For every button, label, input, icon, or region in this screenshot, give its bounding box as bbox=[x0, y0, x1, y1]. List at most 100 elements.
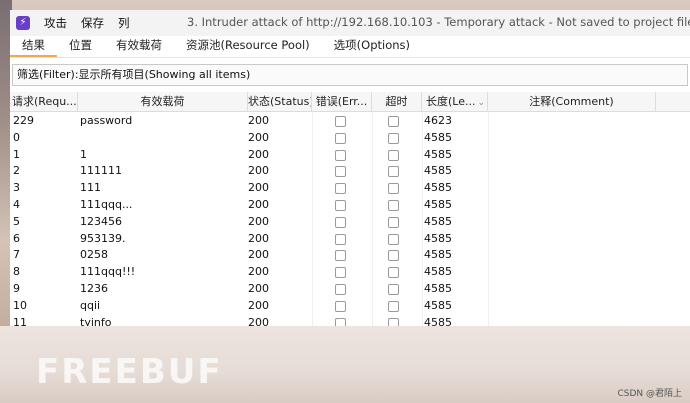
tab-options[interactable]: 选项(Options) bbox=[322, 35, 422, 57]
table-row[interactable]: 4 111qqq... 200 4585 bbox=[10, 197, 690, 214]
error-checkbox bbox=[335, 216, 346, 228]
cell-status: 200 bbox=[248, 231, 269, 245]
error-checkbox bbox=[335, 116, 346, 127]
table-row[interactable]: 229 password 200 4623 bbox=[10, 113, 690, 130]
error-checkbox bbox=[335, 283, 346, 295]
timeout-checkbox bbox=[388, 216, 399, 228]
cell-request: 7 bbox=[13, 248, 20, 262]
cell-request: 2 bbox=[13, 164, 20, 178]
column-comment[interactable]: 注释(Comment) bbox=[488, 92, 656, 112]
table-row[interactable]: 0 200 4585 bbox=[10, 130, 690, 147]
timeout-checkbox bbox=[388, 267, 399, 279]
column-payload[interactable]: 有效载荷 bbox=[78, 92, 248, 112]
table-row[interactable]: 8 111qqq!!! 200 4585 bbox=[10, 264, 690, 281]
cell-length: 4585 bbox=[424, 315, 452, 326]
intruder-window: ⚡ 攻击 保存 列 3. Intruder attack of http://1… bbox=[10, 10, 690, 326]
menu-attack[interactable]: 攻击 bbox=[44, 15, 67, 31]
error-checkbox bbox=[335, 183, 346, 195]
title-bar: ⚡ 攻击 保存 列 3. Intruder attack of http://1… bbox=[10, 10, 690, 36]
error-checkbox bbox=[335, 267, 346, 279]
cell-payload: 123456 bbox=[80, 214, 122, 228]
cell-status: 200 bbox=[248, 197, 269, 211]
cell-payload: 111111 bbox=[80, 164, 122, 178]
timeout-checkbox bbox=[388, 283, 399, 295]
column-length[interactable]: 长度(Le... ⌄ bbox=[422, 92, 488, 112]
timeout-checkbox bbox=[388, 317, 399, 326]
cell-length: 4585 bbox=[424, 214, 452, 228]
cell-request: 4 bbox=[13, 197, 20, 211]
cell-request: 0 bbox=[13, 130, 20, 144]
cell-request: 5 bbox=[13, 214, 20, 228]
menu-columns[interactable]: 列 bbox=[118, 15, 130, 31]
tab-resource-pool[interactable]: 资源池(Resource Pool) bbox=[174, 35, 322, 57]
cell-status: 200 bbox=[248, 164, 269, 178]
cell-payload: 0258 bbox=[80, 248, 108, 262]
cell-request: 6 bbox=[13, 231, 20, 245]
tab-results[interactable]: 结果 bbox=[10, 35, 57, 57]
timeout-checkbox bbox=[388, 250, 399, 262]
cell-status: 200 bbox=[248, 114, 269, 127]
tab-payloads[interactable]: 有效载荷 bbox=[104, 35, 174, 57]
error-checkbox bbox=[335, 317, 346, 326]
cell-request: 3 bbox=[13, 181, 20, 195]
timeout-checkbox bbox=[388, 233, 399, 245]
table-row[interactable]: 5 123456 200 4585 bbox=[10, 214, 690, 231]
cell-length: 4585 bbox=[424, 298, 452, 312]
column-length-label: 长度(Le... bbox=[426, 95, 476, 108]
cell-payload: 953139. bbox=[80, 231, 126, 245]
column-error[interactable]: 错误(Err... bbox=[312, 92, 372, 112]
error-checkbox bbox=[335, 250, 346, 262]
cell-length: 4585 bbox=[424, 265, 452, 279]
cell-request: 10 bbox=[13, 298, 27, 312]
cell-length: 4585 bbox=[424, 281, 452, 295]
menu-save[interactable]: 保存 bbox=[81, 15, 104, 31]
cell-payload: qqii bbox=[80, 298, 101, 312]
table-row[interactable]: 1 1 200 4585 bbox=[10, 147, 690, 164]
table-row[interactable]: 3 111 200 4585 bbox=[10, 180, 690, 197]
error-checkbox bbox=[335, 149, 346, 161]
cell-length: 4623 bbox=[424, 114, 452, 127]
cell-status: 200 bbox=[248, 248, 269, 262]
error-checkbox bbox=[335, 166, 346, 178]
cell-request: 229 bbox=[13, 114, 34, 127]
table-row[interactable]: 2 111111 200 4585 bbox=[10, 163, 690, 180]
sort-chevron-down-icon: ⌄ bbox=[477, 98, 486, 108]
cell-request: 8 bbox=[13, 265, 20, 279]
menu-bar: 攻击 保存 列 bbox=[44, 15, 144, 31]
cell-length: 4585 bbox=[424, 197, 452, 211]
cell-status: 200 bbox=[248, 181, 269, 195]
cell-status: 200 bbox=[248, 214, 269, 228]
timeout-checkbox bbox=[388, 132, 399, 144]
cell-status: 200 bbox=[248, 265, 269, 279]
cell-payload: 1236 bbox=[80, 281, 108, 295]
cell-length: 4585 bbox=[424, 231, 452, 245]
cell-payload: tyinfo bbox=[80, 315, 112, 326]
tab-positions[interactable]: 位置 bbox=[57, 35, 104, 57]
error-checkbox bbox=[335, 199, 346, 211]
cell-payload: 111 bbox=[80, 181, 101, 195]
column-status[interactable]: 状态(Status) bbox=[248, 92, 312, 112]
cell-status: 200 bbox=[248, 147, 269, 161]
window-title: 3. Intruder attack of http://192.168.10.… bbox=[187, 15, 690, 29]
timeout-checkbox bbox=[388, 166, 399, 178]
timeout-checkbox bbox=[388, 116, 399, 127]
table-row[interactable]: 11 tyinfo 200 4585 bbox=[10, 315, 690, 326]
table-row[interactable]: 9 1236 200 4585 bbox=[10, 281, 690, 298]
column-timeout[interactable]: 超时 bbox=[372, 92, 422, 112]
filter-bar[interactable]: 筛选(Filter):显示所有项目(Showing all items) bbox=[12, 64, 688, 86]
table-header: 请求(Requ... 有效载荷 状态(Status) 错误(Err... 超时 … bbox=[10, 92, 690, 112]
tab-bar: 结果 位置 有效载荷 资源池(Resource Pool) 选项(Options… bbox=[10, 36, 690, 58]
table-row[interactable]: 10 qqii 200 4585 bbox=[10, 298, 690, 315]
cell-payload: 111qqq... bbox=[80, 197, 133, 211]
cell-length: 4585 bbox=[424, 147, 452, 161]
cell-status: 200 bbox=[248, 315, 269, 326]
error-checkbox bbox=[335, 300, 346, 312]
table-row[interactable]: 6 953139. 200 4585 bbox=[10, 231, 690, 248]
timeout-checkbox bbox=[388, 183, 399, 195]
cell-status: 200 bbox=[248, 281, 269, 295]
cell-request: 11 bbox=[13, 315, 27, 326]
column-request[interactable]: 请求(Requ... bbox=[12, 92, 78, 112]
cell-status: 200 bbox=[248, 298, 269, 312]
timeout-checkbox bbox=[388, 199, 399, 211]
table-row[interactable]: 7 0258 200 4585 bbox=[10, 247, 690, 264]
